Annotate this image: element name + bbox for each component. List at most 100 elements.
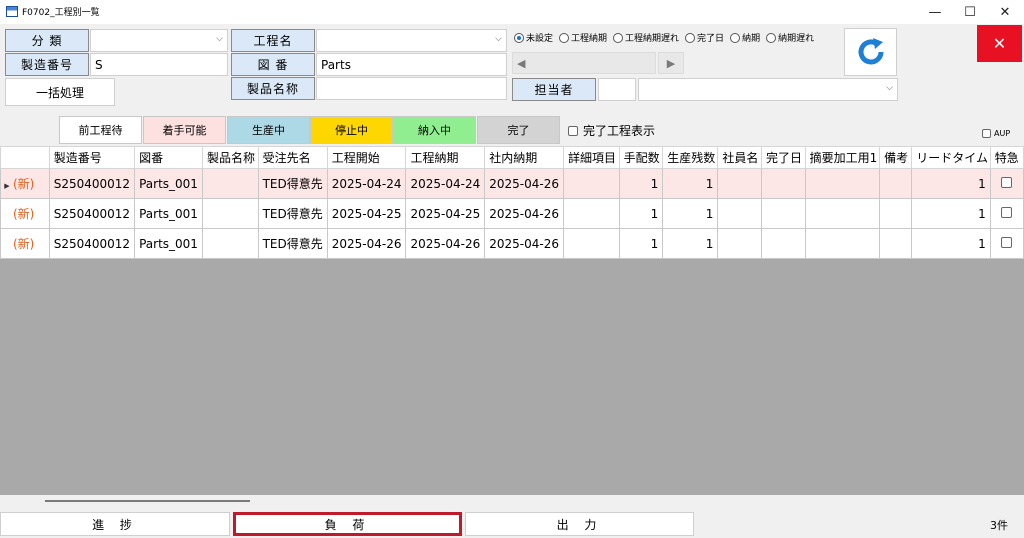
table-cell[interactable]: 1 <box>618 198 664 229</box>
column-header[interactable]: 生産残数 <box>662 146 719 169</box>
row-header[interactable]: ▶ (新) <box>0 168 50 199</box>
column-header[interactable]: 社員名 <box>717 146 763 169</box>
table-cell[interactable]: 2025-04-26 <box>405 228 486 259</box>
table-cell[interactable]: TED得意先 <box>257 168 328 199</box>
column-header[interactable]: 受注先名 <box>257 146 328 169</box>
table-cell[interactable]: Parts_001 <box>134 168 203 199</box>
table-cell[interactable]: 1 <box>911 198 991 229</box>
mfg-no-input[interactable]: S <box>90 53 228 76</box>
load-button[interactable]: 負 荷 <box>233 512 462 536</box>
drawing-input[interactable]: Parts <box>316 53 507 76</box>
table-cell[interactable]: 2025-04-24 <box>326 168 407 199</box>
table-cell[interactable]: 1 <box>662 228 719 259</box>
column-header[interactable]: 工程納期 <box>405 146 486 169</box>
next-button[interactable]: ▶ <box>658 52 684 74</box>
table-row[interactable]: (新) S250400012 Parts_001 TED得意先 2025-04-25 20… <box>0 198 1024 229</box>
minimize-button[interactable]: — <box>918 0 952 24</box>
table-cell[interactable] <box>201 168 259 199</box>
table-cell[interactable]: 1 <box>662 198 719 229</box>
horizontal-scrollbar[interactable] <box>45 500 250 502</box>
table-cell[interactable]: 2025-04-25 <box>326 198 407 229</box>
column-header[interactable]: リードタイム <box>911 146 991 169</box>
table-cell[interactable] <box>804 228 881 259</box>
column-header[interactable]: 摘要加工用1 <box>804 146 881 169</box>
column-header[interactable]: 社内納期 <box>484 146 564 169</box>
table-cell[interactable]: TED得意先 <box>257 228 328 259</box>
table-cell[interactable] <box>989 168 1024 199</box>
category-select[interactable]: ⌵ <box>90 29 228 52</box>
column-header[interactable]: 工程開始 <box>326 146 407 169</box>
radio-option[interactable]: 完了日 <box>685 31 724 44</box>
table-cell[interactable] <box>562 198 620 229</box>
prev-button[interactable]: ◀ <box>512 52 656 74</box>
table-cell[interactable]: 1 <box>911 228 991 259</box>
radio-option[interactable]: 工程納期遅れ <box>613 31 679 44</box>
table-cell[interactable]: 1 <box>618 168 664 199</box>
table-cell[interactable] <box>562 168 620 199</box>
table-cell[interactable] <box>989 198 1024 229</box>
person-code-input[interactable] <box>598 78 636 101</box>
table-row[interactable]: (新) S250400012 Parts_001 TED得意先 2025-04-26 20… <box>0 228 1024 259</box>
table-cell[interactable]: S250400012 <box>48 168 136 199</box>
urgent-checkbox[interactable] <box>1001 176 1013 188</box>
column-header[interactable]: 備考 <box>879 146 913 169</box>
table-cell[interactable]: 2025-04-24 <box>405 168 486 199</box>
aup-checkbox[interactable]: AUP <box>982 129 1010 138</box>
urgent-checkbox[interactable] <box>1001 236 1013 248</box>
table-cell[interactable] <box>717 228 763 259</box>
column-header[interactable]: 手配数 <box>618 146 664 169</box>
person-select[interactable]: ⌵ <box>638 78 898 101</box>
process-select[interactable]: ⌵ <box>316 29 507 52</box>
radio-option[interactable]: 納期遅れ <box>766 31 814 44</box>
refresh-button[interactable] <box>844 28 897 76</box>
table-cell[interactable] <box>201 228 259 259</box>
column-header[interactable]: 特急 <box>989 146 1024 169</box>
column-header[interactable]: 製品名称 <box>201 146 259 169</box>
maximize-button[interactable]: ☐ <box>953 0 987 24</box>
column-header[interactable]: 図番 <box>134 146 203 169</box>
column-header[interactable]: 製造番号 <box>48 146 136 169</box>
table-cell[interactable] <box>761 168 806 199</box>
show-completed-checkbox[interactable]: 完了工程表示 <box>568 122 655 139</box>
table-cell[interactable]: S250400012 <box>48 228 136 259</box>
table-cell[interactable]: 1 <box>618 228 664 259</box>
table-cell[interactable]: 1 <box>911 168 991 199</box>
radio-option[interactable]: 未設定 <box>514 31 553 44</box>
urgent-checkbox[interactable] <box>1001 206 1013 218</box>
radio-option[interactable]: 納期 <box>730 31 760 44</box>
table-cell[interactable] <box>989 228 1024 259</box>
row-header[interactable]: (新) <box>0 228 50 259</box>
table-cell[interactable]: 2025-04-26 <box>484 198 564 229</box>
table-cell[interactable] <box>761 198 806 229</box>
window-close-button[interactable]: ✕ <box>988 0 1022 24</box>
table-cell[interactable]: 2025-04-26 <box>484 228 564 259</box>
table-cell[interactable]: 2025-04-25 <box>405 198 486 229</box>
table-cell[interactable]: Parts_001 <box>134 198 203 229</box>
radio-option[interactable]: 工程納期 <box>559 31 607 44</box>
table-cell[interactable] <box>717 198 763 229</box>
row-header[interactable]: (新) <box>0 198 50 229</box>
table-cell[interactable]: Parts_001 <box>134 228 203 259</box>
table-cell[interactable]: 1 <box>662 168 719 199</box>
close-red-button[interactable]: ✕ <box>977 25 1022 62</box>
table-cell[interactable]: TED得意先 <box>257 198 328 229</box>
table-cell[interactable]: 2025-04-26 <box>484 168 564 199</box>
table-row[interactable]: ▶ (新) S250400012 Parts_001 TED得意先 2025-04-24 2… <box>0 168 1024 199</box>
table-cell[interactable] <box>562 228 620 259</box>
table-cell[interactable] <box>804 198 881 229</box>
column-header[interactable]: 完了日 <box>761 146 806 169</box>
table-cell[interactable] <box>879 198 913 229</box>
table-cell[interactable] <box>201 198 259 229</box>
table-cell[interactable] <box>804 168 881 199</box>
product-name-input[interactable] <box>316 77 507 100</box>
output-button[interactable]: 出 力 <box>465 512 694 536</box>
column-header[interactable]: 詳細項目 <box>562 146 620 169</box>
table-cell[interactable]: 2025-04-26 <box>326 228 407 259</box>
table-cell[interactable] <box>879 228 913 259</box>
table-cell[interactable]: S250400012 <box>48 198 136 229</box>
progress-button[interactable]: 進 捗 <box>0 512 230 536</box>
batch-process-button[interactable]: 一括処理 <box>5 78 115 106</box>
table-cell[interactable] <box>717 168 763 199</box>
table-cell[interactable] <box>879 168 913 199</box>
table-cell[interactable] <box>761 228 806 259</box>
